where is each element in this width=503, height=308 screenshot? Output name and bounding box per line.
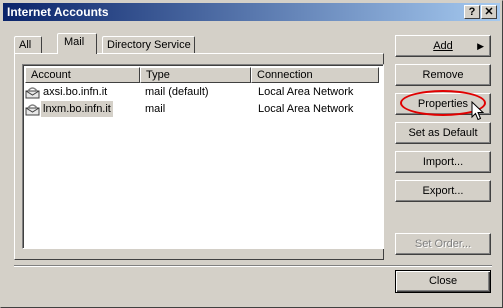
export-button[interactable]: Export... xyxy=(395,180,491,202)
export-button-label: Export... xyxy=(422,185,464,197)
list-item[interactable]: axsi.bo.infn.it mail (default) Local Are… xyxy=(25,84,381,100)
tab-all-label: All xyxy=(19,39,32,51)
list-item[interactable]: lnxm.bo.infn.it mail Local Area Network xyxy=(25,101,381,117)
properties-button-label: Properties xyxy=(417,98,469,110)
close-window-button[interactable]: ✕ xyxy=(481,5,497,19)
tab-directory-service[interactable]: Directory Service xyxy=(102,36,195,54)
tab-mail-label: Mail xyxy=(64,36,85,48)
close-button-label: Close xyxy=(428,275,458,287)
help-button[interactable]: ? xyxy=(464,5,480,19)
add-button[interactable]: Add ▶ xyxy=(395,35,491,57)
add-arrow-icon: ▶ xyxy=(477,41,484,51)
internet-accounts-dialog: Internet Accounts ? ✕ All Mail Directory… xyxy=(0,0,503,308)
window-title: Internet Accounts xyxy=(7,5,109,19)
account-type: mail xyxy=(145,103,166,115)
add-button-label: Add xyxy=(433,40,453,52)
tab-directory-service-label: Directory Service xyxy=(107,39,191,51)
account-type: mail (default) xyxy=(145,86,209,98)
account-connection: Local Area Network xyxy=(258,86,354,98)
import-button-label: Import... xyxy=(422,156,464,168)
tab-all[interactable]: All xyxy=(14,36,42,54)
mail-account-icon xyxy=(25,85,41,99)
title-bar[interactable]: Internet Accounts ? ✕ xyxy=(3,3,500,21)
account-name: axsi.bo.infn.it xyxy=(43,86,108,98)
column-header-connection[interactable]: Connection xyxy=(251,67,379,83)
set-order-button[interactable]: Set Order... xyxy=(395,233,491,255)
import-button[interactable]: Import... xyxy=(395,151,491,173)
separator-line xyxy=(14,265,492,267)
mail-account-icon xyxy=(25,102,41,116)
set-as-default-button-label: Set as Default xyxy=(408,127,478,139)
close-button[interactable]: Close xyxy=(395,270,491,293)
set-order-button-label: Set Order... xyxy=(414,238,472,250)
remove-button-label: Remove xyxy=(422,69,464,81)
accounts-list[interactable]: Account Type Connection axsi.bo.infn.it … xyxy=(22,64,384,249)
mouse-pointer-icon xyxy=(471,100,485,126)
column-header-type[interactable]: Type xyxy=(140,67,251,83)
column-header-account[interactable]: Account xyxy=(25,67,140,83)
account-connection: Local Area Network xyxy=(258,103,354,115)
account-name: lnxm.bo.infn.it xyxy=(41,101,113,117)
tab-mail[interactable]: Mail xyxy=(57,33,97,54)
remove-button[interactable]: Remove xyxy=(395,64,491,86)
